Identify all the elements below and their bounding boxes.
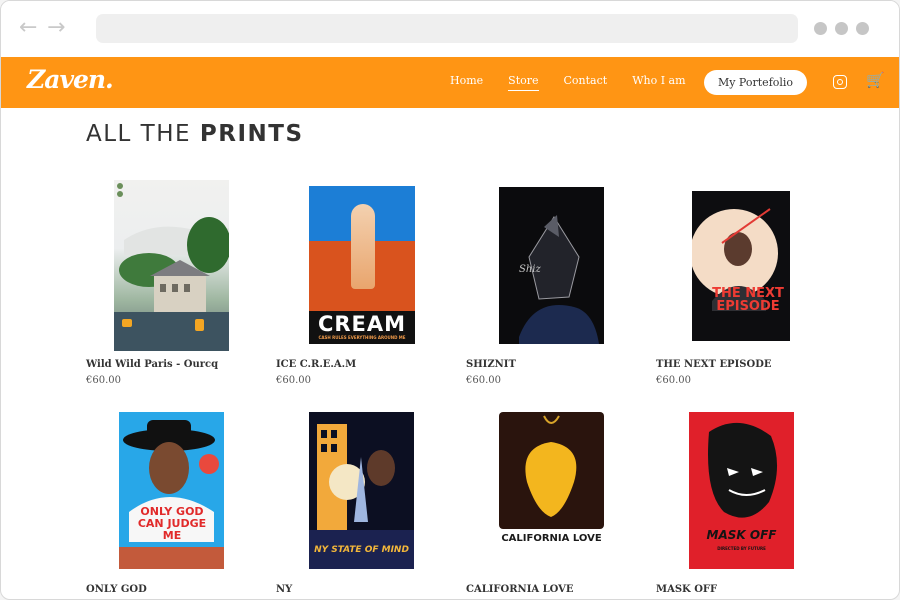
forward-arrow-icon[interactable]: → <box>47 15 65 41</box>
poster-title: NY STATE OF MIND <box>314 545 409 555</box>
product-card[interactable]: NY STATE OF MIND NY <box>276 409 446 599</box>
poster-art: Shiz <box>519 215 599 344</box>
product-price: €60.00 <box>656 375 691 386</box>
nav-home[interactable]: Home <box>450 74 483 91</box>
product-card[interactable]: Shiz SHIZNIT €60.00 <box>466 179 636 389</box>
site-logo[interactable]: Zaven. <box>27 65 114 94</box>
back-arrow-icon[interactable]: ← <box>19 15 37 41</box>
product-card[interactable]: Wild Wild Paris - Ourcq €60.00 <box>86 179 256 389</box>
nav-contact[interactable]: Contact <box>564 74 608 91</box>
poster-art <box>119 420 224 569</box>
product-image[interactable]: MASK OFF DIRECTED BY FUTURE <box>689 412 794 569</box>
page-title-light: ALL THE <box>86 121 192 147</box>
product-image[interactable]: NY STATE OF MIND <box>309 412 414 569</box>
poster-art <box>499 412 604 529</box>
product-card[interactable]: CALIFORNIA LOVE CALIFORNIA LOVE <box>466 409 636 599</box>
poster-subtitle: CASH RULES EVERYTHING AROUND ME <box>318 335 406 340</box>
window-dot[interactable] <box>856 22 869 35</box>
product-card[interactable]: MASK OFF DIRECTED BY FUTURE MASK OFF <box>656 409 826 599</box>
product-name[interactable]: Wild Wild Paris - Ourcq <box>86 359 218 370</box>
product-image[interactable]: THE NEXT EPISODE <box>692 191 790 341</box>
product-price: €60.00 <box>276 375 311 386</box>
poster-art <box>692 208 778 311</box>
product-image[interactable]: ONLY GOD CAN JUDGE ME <box>119 412 224 569</box>
poster-subtitle: DIRECTED BY FUTURE <box>717 546 766 551</box>
nav-who-i-am[interactable]: Who I am <box>632 74 685 91</box>
page-title: ALL THE PRINTS <box>86 121 304 147</box>
poster-title-band: CREAM CASH RULES EVERYTHING AROUND ME <box>309 311 415 344</box>
product-card[interactable]: ONLY GOD CAN JUDGE ME ONLY GOD <box>86 409 256 599</box>
nav-store[interactable]: Store <box>508 74 539 91</box>
product-price: €60.00 <box>86 375 121 386</box>
browser-window: ← → Zaven. Home Store Contact Who I am M… <box>0 0 900 600</box>
instagram-icon[interactable] <box>833 75 847 89</box>
product-card[interactable]: THE NEXT EPISODE THE NEXT EPISODE €60.00 <box>656 179 826 389</box>
product-name[interactable]: CALIFORNIA LOVE <box>466 584 574 595</box>
window-controls <box>814 22 869 35</box>
product-name[interactable]: ICE C.R.E.A.M <box>276 359 356 370</box>
product-name[interactable]: ONLY GOD <box>86 584 147 595</box>
poster-title: MASK OFF <box>706 528 777 542</box>
poster-title: CREAM <box>317 312 407 336</box>
product-image[interactable]: CREAM CASH RULES EVERYTHING AROUND ME <box>309 186 415 344</box>
page-title-bold: PRINTS <box>199 121 304 147</box>
site-header: Zaven. Home Store Contact Who I am My Po… <box>1 57 899 108</box>
main-nav: Home Store Contact Who I am <box>450 74 711 91</box>
product-name[interactable]: MASK OFF <box>656 584 717 595</box>
product-name[interactable]: NY <box>276 584 292 595</box>
poster-title: CALIFORNIA LOVE <box>501 533 602 544</box>
svg-text:Shiz: Shiz <box>519 264 541 275</box>
poster-title: THE NEXT EPISODE <box>712 286 784 314</box>
product-image[interactable]: Shiz <box>499 187 604 344</box>
product-card[interactable]: CREAM CASH RULES EVERYTHING AROUND ME IC… <box>276 179 446 389</box>
my-portfolio-button[interactable]: My Portefolio <box>704 70 807 95</box>
cart-icon[interactable]: 🛒 <box>866 71 885 89</box>
browser-toolbar: ← → <box>1 1 899 57</box>
poster-title: ONLY GOD CAN JUDGE ME <box>137 505 207 542</box>
window-dot[interactable] <box>814 22 827 35</box>
product-image[interactable] <box>114 180 229 351</box>
window-dot[interactable] <box>835 22 848 35</box>
product-name[interactable]: THE NEXT EPISODE <box>656 359 771 370</box>
poster-icecream <box>351 204 375 289</box>
product-name[interactable]: SHIZNIT <box>466 359 516 370</box>
product-image[interactable]: CALIFORNIA LOVE <box>499 412 604 569</box>
address-bar[interactable] <box>96 14 798 43</box>
poster-art <box>114 183 229 351</box>
product-price: €60.00 <box>466 375 501 386</box>
